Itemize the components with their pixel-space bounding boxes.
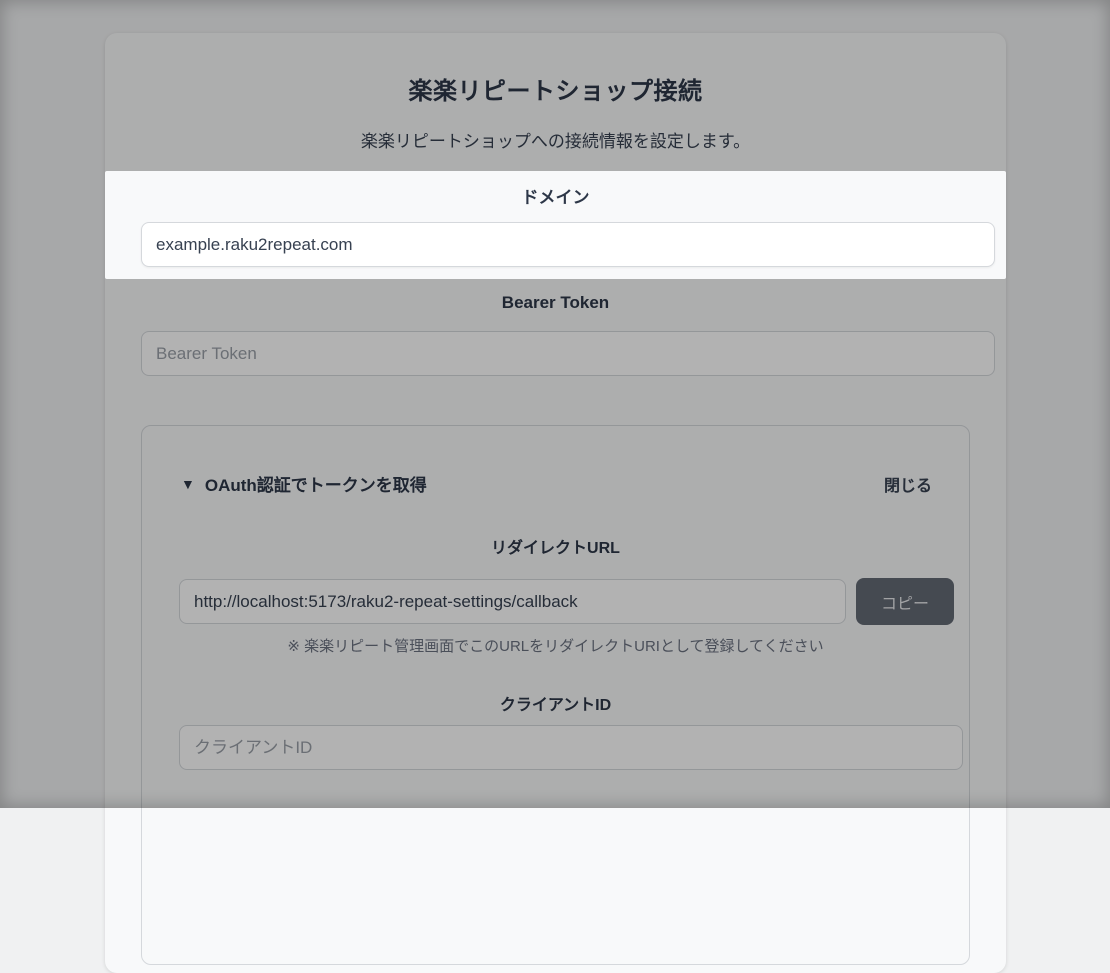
oauth-toggle-button[interactable]: ▼ OAuth認証でトークンを取得 xyxy=(181,471,427,496)
domain-input[interactable] xyxy=(141,222,995,267)
page-title: 楽楽リピートショップ接続 xyxy=(105,71,1006,106)
client-id-label: クライアントID xyxy=(142,691,969,715)
bearer-token-label: Bearer Token xyxy=(105,293,1006,313)
redirect-url-note: ※ 楽楽リピート管理画面でこのURLをリダイレクトURIとして登録してください xyxy=(142,635,969,656)
copy-button[interactable]: コピー xyxy=(856,578,954,625)
oauth-toggle-label: OAuth認証でトークンを取得 xyxy=(205,471,427,496)
domain-label: ドメイン xyxy=(105,183,1006,208)
redirect-url-label: リダイレクトURL xyxy=(142,534,969,558)
close-button[interactable]: 閉じる xyxy=(884,472,932,496)
bearer-token-input[interactable] xyxy=(141,331,995,376)
client-id-input[interactable] xyxy=(179,725,963,770)
settings-card: 楽楽リピートショップ接続 楽楽リピートショップへの接続情報を設定します。 ドメイ… xyxy=(105,33,1006,973)
chevron-down-icon: ▼ xyxy=(181,476,195,492)
page-subtitle: 楽楽リピートショップへの接続情報を設定します。 xyxy=(105,127,1006,152)
oauth-section: ▼ OAuth認証でトークンを取得 閉じる リダイレクトURL コピー ※ 楽楽… xyxy=(141,425,970,965)
redirect-url-input[interactable] xyxy=(179,579,846,624)
oauth-header-row: ▼ OAuth認証でトークンを取得 閉じる xyxy=(181,471,932,496)
